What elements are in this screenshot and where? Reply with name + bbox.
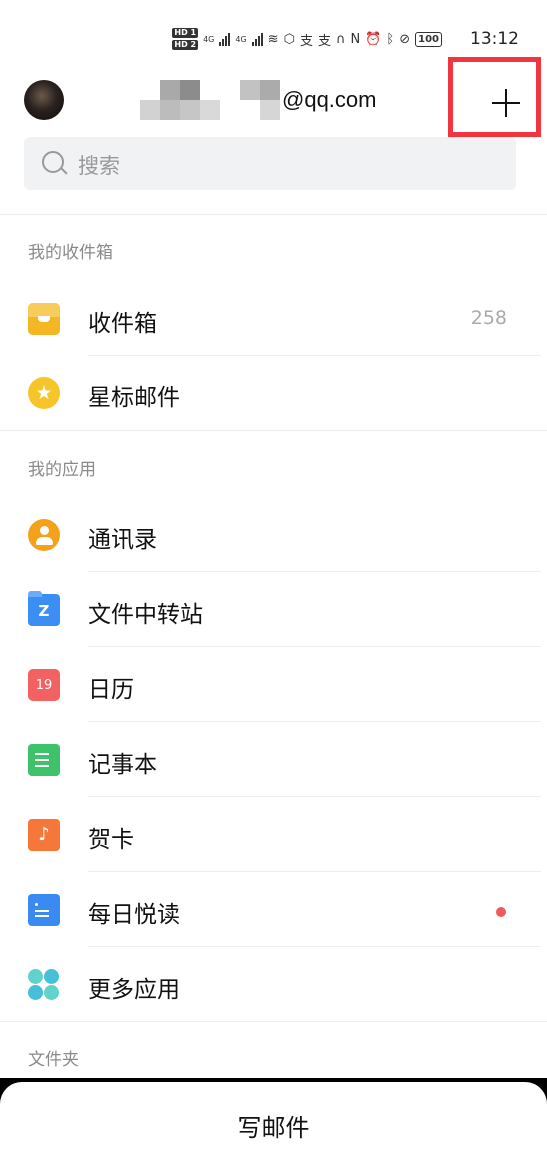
divider [0,1021,547,1022]
star-icon: ★ [28,377,60,409]
signal-icon [219,32,231,46]
list-item-calendar[interactable]: 19 日历 [0,648,547,722]
card-label: 贺卡 [88,827,134,853]
section-title-apps: 我的应用 [28,460,96,480]
daily-read-label: 每日悦读 [88,902,180,928]
file-transfer-label: 文件中转站 [88,602,203,628]
bluetooth-icon: ᛒ [386,31,395,47]
redacted-mosaic [140,80,220,120]
apps-grid-icon [28,969,60,1001]
avatar[interactable] [24,80,64,120]
hd2-badge: HD 2 [172,40,199,50]
nfc-icon: N [350,31,361,47]
list-item-more-apps[interactable]: 更多应用 [0,948,547,1022]
divider [0,430,547,431]
clock: 13:12 [470,29,519,49]
list-item-file-transfer[interactable]: Z 文件中转站 [0,573,547,647]
status-icons: HD 1 HD 2 4G 4G ≋ ⬡ 支 支 ∩ N ⏰ ᛒ ⊘ 100 [172,28,442,50]
contacts-icon [28,519,60,551]
list-item-inbox[interactable]: 收件箱 258 [0,282,547,356]
search-input[interactable]: 搜索 [24,137,516,190]
search-placeholder: 搜索 [78,154,120,178]
battery-icon: 100 [415,31,442,47]
headphones-icon: ∩ [335,31,346,47]
list-item-card[interactable]: ♪ 贺卡 [0,798,547,872]
list-item-starred[interactable]: ★ 星标邮件 [0,356,547,430]
list-item-contacts[interactable]: 通讯录 [0,498,547,572]
wifi-icon: ≋ [267,31,279,47]
music-card-icon: ♪ [28,819,60,851]
plus-icon[interactable] [490,87,522,119]
book-icon [28,894,60,926]
hd-indicator: HD 1 HD 2 [172,28,199,50]
search-icon [42,151,64,173]
notes-label: 记事本 [88,752,157,778]
inbox-icon [28,303,60,335]
alipay-icon: 支 [299,33,313,49]
account-email[interactable]: @qq.com [140,80,376,120]
hd1-badge: HD 1 [172,28,199,38]
network-type-1: 4G [203,34,215,44]
more-apps-label: 更多应用 [88,977,180,1003]
alipay-icon-2: 支 [317,33,331,49]
inbox-count: 258 [470,307,507,329]
alarm-icon: ⏰ [365,31,382,47]
redacted-mosaic-2 [240,80,280,120]
inbox-label: 收件箱 [88,311,157,337]
calendar-icon: 19 [28,669,60,701]
shield-icon: ⬡ [283,31,295,47]
section-title-mailbox: 我的收件箱 [28,243,113,263]
status-bar: HD 1 HD 2 4G 4G ≋ ⬡ 支 支 ∩ N ⏰ ᛒ ⊘ 100 13… [0,0,547,60]
network-type-2: 4G [235,34,247,44]
list-item-notes[interactable]: 记事本 [0,723,547,797]
compose-button[interactable]: 写邮件 [0,1108,547,1143]
signal-icon-2 [251,32,263,46]
list-item-daily-read[interactable]: 每日悦读 [0,873,547,947]
folder-icon: Z [28,591,60,626]
section-title-folders: 文件夹 [28,1050,79,1070]
contacts-label: 通讯录 [88,527,157,553]
unread-dot [496,907,506,917]
calendar-label: 日历 [88,677,134,703]
mute-icon: ⊘ [399,31,411,47]
divider [0,214,547,215]
email-suffix: @qq.com [282,87,377,112]
starred-label: 星标邮件 [88,385,180,411]
notepad-icon [28,744,60,776]
bottom-sheet: 写邮件 [0,1082,547,1170]
